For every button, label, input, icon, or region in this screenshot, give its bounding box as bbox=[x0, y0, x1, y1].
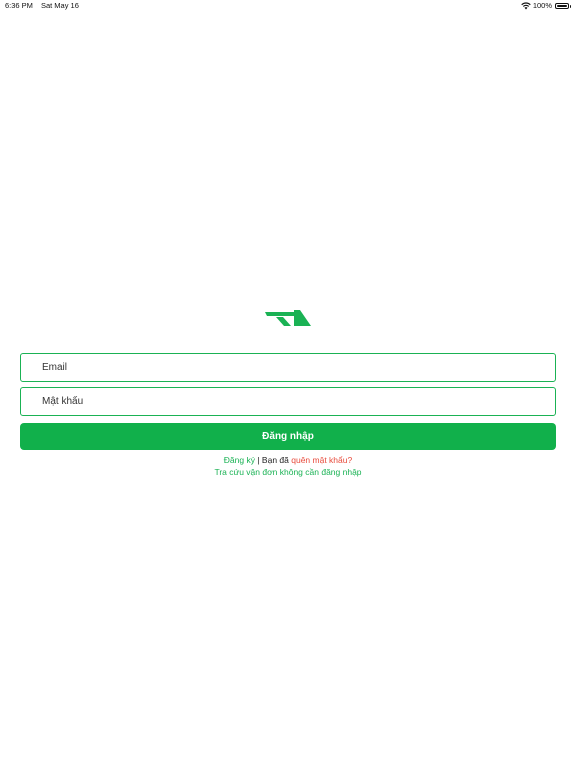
login-button[interactable]: Đăng nhập bbox=[20, 423, 556, 450]
password-input[interactable] bbox=[21, 388, 555, 415]
status-left: 6:36 PM Sat May 16 bbox=[5, 0, 79, 12]
forgot-password-link[interactable]: quên mật khẩu? bbox=[291, 455, 352, 465]
status-time: 6:36 PM bbox=[5, 1, 33, 10]
forgot-prefix: Bạn đã bbox=[261, 455, 292, 465]
links-separator: | bbox=[254, 455, 262, 465]
status-date: Sat May 16 bbox=[40, 1, 79, 10]
battery-icon bbox=[555, 3, 569, 9]
status-right: 100% bbox=[521, 0, 571, 12]
login-screen: 6:36 PM Sat May 16 100% Đăng nhập Đăng ký… bbox=[0, 0, 576, 768]
track-links: Tra cứu vận đơn không cần đăng nhập bbox=[0, 467, 576, 478]
register-link[interactable]: Đăng ký bbox=[224, 455, 255, 465]
auth-links: Đăng ký | Bạn đã quên mật khẩu? bbox=[0, 455, 576, 466]
email-input[interactable] bbox=[21, 354, 555, 381]
email-field[interactable] bbox=[20, 353, 556, 382]
brand-logo-icon bbox=[265, 310, 311, 326]
battery-percent: 100% bbox=[532, 1, 552, 10]
status-bar: 6:36 PM Sat May 16 100% bbox=[0, 0, 576, 12]
wifi-icon bbox=[521, 2, 531, 10]
password-field[interactable] bbox=[20, 387, 556, 416]
battery-tip bbox=[569, 4, 571, 8]
track-without-login-link[interactable]: Tra cứu vận đơn không cần đăng nhập bbox=[214, 467, 361, 477]
